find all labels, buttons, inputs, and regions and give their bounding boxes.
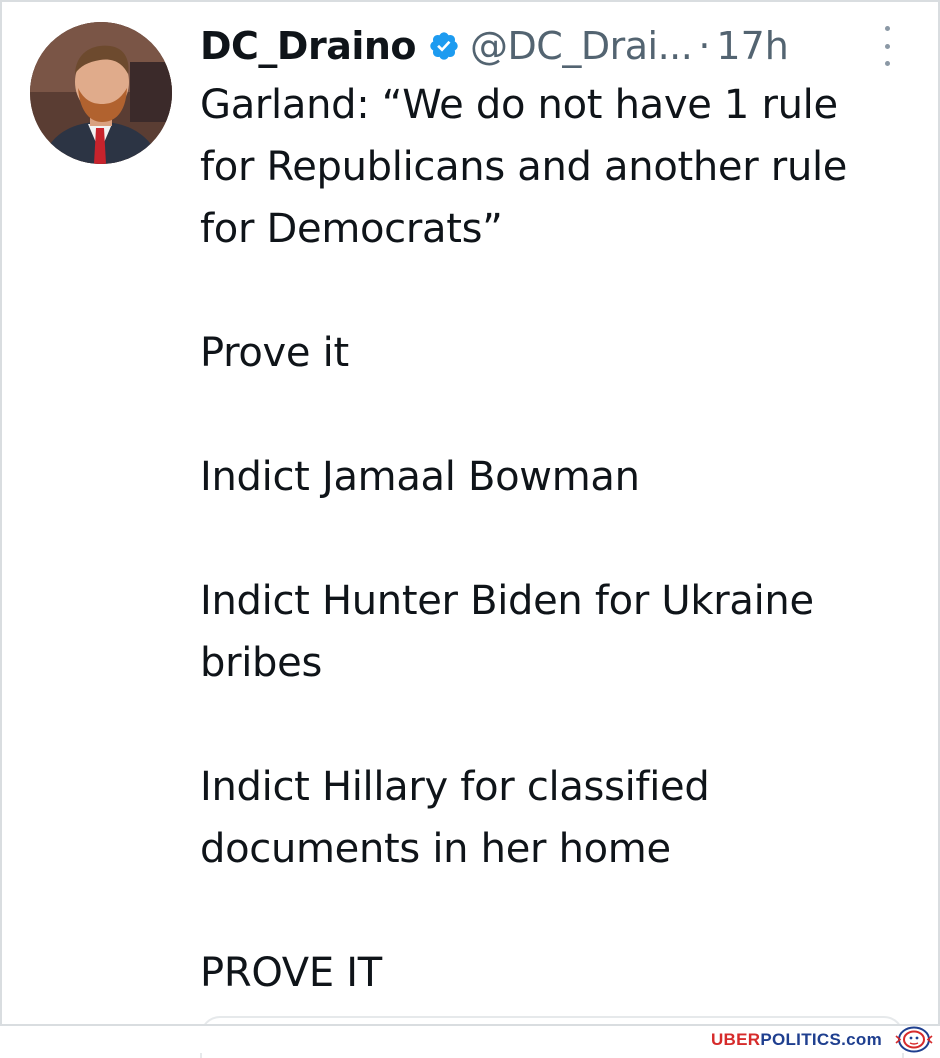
tweet-text-line: for Democrats” <box>200 206 503 252</box>
tweet-text-line: bribes <box>200 640 322 686</box>
tweet-timestamp[interactable]: 17h <box>716 24 788 68</box>
author-handle[interactable]: @DC_Drai... <box>470 24 693 68</box>
tweet-text-line: Indict Hillary for classified <box>200 764 710 810</box>
verified-badge-icon <box>430 32 458 60</box>
profile-photo <box>30 22 172 164</box>
tweet-text-line: PROVE IT <box>200 950 382 996</box>
tweet-text-line: for Republicans and another rule <box>200 144 848 190</box>
more-dot <box>884 26 890 31</box>
uberpolitics-logo-icon <box>895 1026 933 1053</box>
tweet-text-line: Indict Hunter Biden for Ukraine <box>200 578 814 624</box>
watermark-uber: UBER <box>710 1030 761 1049</box>
author-name[interactable]: DC_Draino <box>200 24 417 68</box>
more-options-icon[interactable] <box>880 26 894 66</box>
tweet-text-line: Indict Jamaal Bowman <box>200 454 640 500</box>
tweet-text-line: Garland: “We do not have 1 rule <box>200 82 838 128</box>
watermark-bar: UBERPOLITICS.com <box>0 1024 940 1053</box>
tweet-text-line: Prove it <box>200 330 349 376</box>
avatar[interactable] <box>30 22 172 164</box>
more-dot <box>884 43 890 49</box>
separator-dot: · <box>698 24 711 68</box>
watermark-politics: POLITICS.com <box>760 1030 882 1049</box>
tweet-text-line: documents in her home <box>200 826 671 872</box>
tweet-header: DC_Draino @DC_Drai... · 17h <box>200 20 789 72</box>
watermark-text: UBERPOLITICS.com <box>711 1030 882 1050</box>
more-dot <box>884 61 890 66</box>
